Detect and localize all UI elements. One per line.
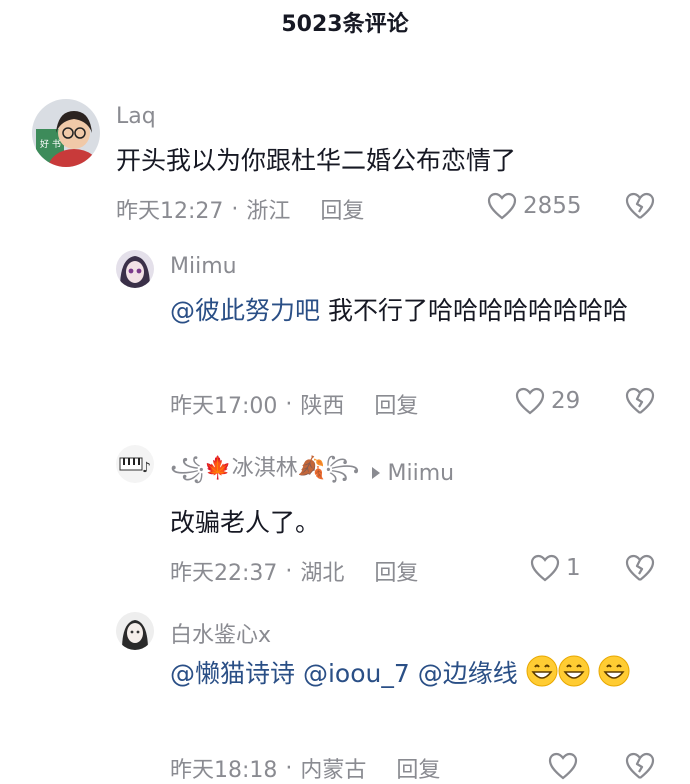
reply-button[interactable]: 回复 (320, 193, 364, 225)
reply-username[interactable]: Miimu (170, 254, 237, 279)
reply-username-row: ꧁🍁冰淇林🍂꧂ Miimu (170, 450, 454, 496)
grinning-emoji (526, 655, 558, 687)
broken-heart-icon[interactable] (625, 554, 655, 582)
reply-time: 昨天22:37 (170, 561, 278, 586)
reply-button[interactable]: 回复 (396, 752, 440, 784)
meta-separator: · (285, 755, 293, 781)
comment-text: 开头我以为你跟杜华二婚公布恋情了 (116, 146, 517, 175)
reply-text: @懒猫诗诗 @ioou_7 @边缘线 (170, 651, 645, 697)
broken-heart-icon[interactable] (625, 387, 655, 415)
like-button[interactable] (548, 752, 584, 780)
reply-to-username[interactable]: Miimu (388, 461, 455, 486)
mention-link[interactable]: @懒猫诗诗 (170, 659, 295, 688)
avatar[interactable]: ♪ (116, 445, 154, 483)
heart-outline-icon (530, 554, 560, 582)
reply-text: 改骗老人了。 (170, 508, 321, 537)
reply-text: @彼此努力吧 我不行了哈哈哈哈哈哈哈哈 (170, 288, 645, 334)
reply-button[interactable]: 回复 (374, 555, 418, 587)
like-button[interactable]: 1 (530, 554, 581, 582)
heart-outline-icon (487, 192, 517, 220)
comment-meta: 昨天12:27 · 浙江 回复 (116, 193, 364, 225)
grinning-emoji (558, 655, 590, 687)
reply-meta: 昨天18:18 · 内蒙古 回复 (170, 752, 440, 784)
like-button[interactable]: 29 (515, 387, 580, 415)
reply-username[interactable]: ꧁🍁冰淇林🍂꧂ (170, 450, 360, 496)
play-arrow-icon (371, 467, 380, 479)
broken-heart-icon[interactable] (625, 192, 655, 220)
heart-outline-icon (515, 387, 545, 415)
heart-outline-icon (548, 752, 578, 780)
like-count: 1 (566, 555, 581, 581)
reply-meta: 昨天22:37 · 湖北 回复 (170, 555, 418, 587)
svg-text:♪: ♪ (142, 460, 151, 476)
comment-time: 昨天12:27 (116, 199, 224, 224)
mention-link[interactable]: @ioou_7 (303, 659, 410, 688)
comment-username[interactable]: Laq (116, 104, 156, 129)
grinning-emoji (598, 655, 630, 687)
like-count: 29 (551, 388, 581, 414)
reply-button[interactable]: 回复 (374, 388, 418, 420)
mention-link[interactable]: @边缘线 (418, 659, 518, 688)
reply-body: 我不行了哈哈哈哈哈哈哈哈 (320, 296, 628, 325)
avatar[interactable]: 好 书 (32, 99, 100, 167)
like-count: 2855 (523, 193, 582, 219)
reply-time: 昨天17:00 (170, 394, 278, 419)
comments-count-title: 5023条评论 (281, 12, 409, 37)
meta-separator: · (285, 391, 293, 417)
mention-link[interactable]: @彼此努力吧 (170, 296, 320, 325)
meta-separator: · (231, 196, 239, 222)
reply-username[interactable]: 白水鉴心x (170, 617, 271, 649)
reply-meta: 昨天17:00 · 陕西 回复 (170, 388, 418, 420)
comment-location: 浙江 (246, 199, 291, 224)
meta-separator: · (285, 558, 293, 584)
like-button[interactable]: 2855 (487, 192, 582, 220)
reply-location: 内蒙古 (300, 758, 367, 783)
reply-time: 昨天18:18 (170, 758, 278, 783)
reply-location: 湖北 (300, 561, 345, 586)
avatar[interactable] (116, 250, 154, 288)
svg-text:好 书: 好 书 (40, 138, 61, 150)
reply-location: 陕西 (300, 394, 345, 419)
avatar[interactable] (116, 612, 154, 650)
comments-header: 5023条评论 (0, 0, 690, 44)
broken-heart-icon[interactable] (625, 752, 655, 780)
